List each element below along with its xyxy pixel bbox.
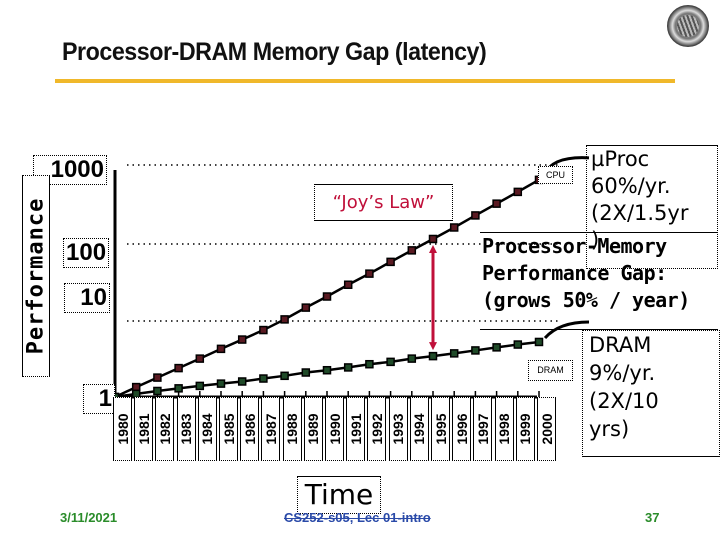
x-tick-label-text: 1988 — [284, 413, 301, 445]
x-tick-label-1999: 1999 — [515, 397, 535, 461]
data-point-cpu-1984 — [195, 354, 205, 363]
x-tick-label-1985: 1985 — [219, 397, 238, 461]
data-point-dram-1983 — [174, 384, 183, 393]
x-tick-label-text: 1996 — [453, 413, 470, 445]
x-tick-label-1987: 1987 — [261, 397, 281, 461]
data-point-cpu-1981 — [131, 382, 141, 392]
x-tick-label-1997: 1997 — [473, 397, 493, 461]
x-tick-label-text: 1992 — [368, 413, 385, 445]
data-point-cpu-1992 — [365, 269, 374, 278]
x-tick-label-text: 1991 — [347, 413, 364, 445]
x-tick-label-text: 1990 — [326, 413, 343, 445]
data-point-cpu-1994 — [407, 246, 417, 255]
data-point-cpu-1987 — [259, 325, 268, 335]
gap-arrow-head-down-icon — [429, 342, 437, 351]
dram-growth-annotation: DRAM 9%/yr. (2X/10 yrs) — [582, 330, 720, 457]
x-tick-label-text: 1999 — [517, 413, 534, 445]
data-point-dram-1997 — [471, 346, 480, 355]
data-point-dram-1985 — [216, 379, 226, 388]
data-point-dram-2000 — [534, 337, 544, 347]
data-point-cpu-1988 — [280, 315, 289, 324]
data-point-dram-1993 — [386, 357, 395, 367]
data-point-dram-1988 — [280, 371, 289, 381]
x-tick-label-text: 1994 — [411, 413, 428, 445]
x-tick-label-1980: 1980 — [113, 397, 132, 461]
data-point-cpu-1998 — [492, 199, 501, 208]
x-tick-label-1988: 1988 — [282, 397, 302, 461]
data-point-dram-1984 — [195, 381, 205, 391]
x-axis-label: Time — [297, 476, 381, 514]
x-tick-label-2000: 2000 — [537, 397, 556, 461]
x-tick-label-1994: 1994 — [409, 397, 429, 461]
x-tick-label-text: 1983 — [178, 413, 195, 445]
x-tick-label-1986: 1986 — [240, 397, 260, 461]
data-point-dram-1992 — [365, 359, 374, 369]
data-point-cpu-1982 — [153, 373, 162, 382]
x-tick-label-1995: 1995 — [431, 397, 450, 461]
y-axis-label: Performance — [22, 175, 50, 377]
x-tick-label-1989: 1989 — [303, 397, 323, 461]
x-tick-label-text: 1997 — [474, 413, 491, 445]
footer-page-number: 37 — [645, 510, 660, 525]
data-point-cpu-1991 — [343, 280, 353, 289]
x-tick-label-1983: 1983 — [176, 397, 196, 461]
footer-date: 3/11/2021 — [60, 510, 118, 525]
x-tick-label-text: 1998 — [496, 413, 513, 445]
x-tick-label-1996: 1996 — [452, 397, 472, 461]
x-tick-label-text: 1987 — [262, 413, 279, 445]
dram-series-label: DRAM — [528, 360, 573, 381]
data-point-dram-1999 — [513, 340, 523, 349]
x-tick-label-text: 1981 — [135, 413, 152, 445]
data-point-cpu-1993 — [386, 257, 395, 267]
x-tick-label-text: 1995 — [432, 413, 449, 445]
data-point-dram-1998 — [492, 343, 501, 352]
y-tick-label-1: 1 — [83, 384, 115, 414]
x-tick-label-text: 1993 — [390, 413, 407, 445]
performance-gap-annotation: Processor-Memory Performance Gap: (grows… — [480, 232, 718, 330]
footer-course: CS252-s05, Lec 01-intro — [284, 510, 431, 525]
x-tick-label-1990: 1990 — [325, 397, 344, 461]
joys-law-annotation: “Joy’s Law” — [314, 184, 453, 221]
x-tick-label-text: 1985 — [220, 413, 237, 445]
data-point-dram-1987 — [259, 374, 268, 383]
data-point-cpu-1999 — [513, 187, 523, 197]
x-tick-label-text: 2000 — [538, 413, 555, 445]
x-tick-label-text: 1982 — [156, 413, 173, 445]
y-axis-label-text: Performance — [23, 197, 49, 355]
data-point-dram-1989 — [301, 368, 311, 377]
x-tick-label-1982: 1982 — [155, 397, 175, 461]
data-point-dram-1982 — [153, 386, 162, 396]
x-tick-label-1998: 1998 — [494, 397, 514, 461]
x-tick-label-1984: 1984 — [197, 397, 217, 461]
data-point-cpu-1995 — [428, 234, 438, 244]
cpu-series-label: CPU — [538, 166, 573, 184]
x-tick-label-text: 1984 — [199, 413, 216, 445]
data-point-dram-1996 — [449, 349, 459, 358]
data-point-cpu-1997 — [471, 211, 480, 220]
x-tick-label-text: 1980 — [114, 413, 131, 445]
data-point-cpu-1985 — [216, 344, 226, 354]
y-tick-label-10: 10 — [64, 283, 110, 313]
data-point-cpu-1990 — [322, 292, 332, 301]
data-point-cpu-1983 — [174, 363, 183, 373]
data-point-dram-1990 — [322, 365, 332, 375]
x-tick-label-text: 1989 — [305, 413, 322, 445]
x-tick-label-1981: 1981 — [134, 397, 154, 461]
x-tick-label-1991: 1991 — [346, 397, 366, 461]
x-tick-label-1993: 1993 — [388, 397, 408, 461]
x-tick-label-1992: 1992 — [367, 397, 387, 461]
data-point-cpu-1986 — [237, 335, 247, 344]
data-point-dram-1994 — [407, 354, 417, 363]
data-point-dram-1986 — [237, 377, 247, 386]
data-point-dram-1991 — [343, 363, 353, 372]
data-point-dram-1995 — [428, 351, 438, 361]
data-point-cpu-1996 — [449, 223, 459, 232]
x-tick-label-text: 1986 — [241, 413, 258, 445]
data-point-cpu-1989 — [301, 303, 311, 312]
y-tick-label-100: 100 — [63, 238, 109, 268]
gap-arrow-head-up-icon — [429, 244, 437, 253]
